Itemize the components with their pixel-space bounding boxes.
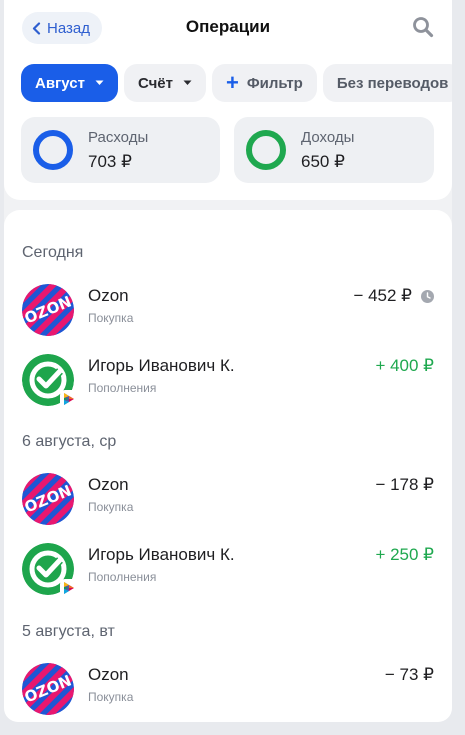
operation-name: Игорь Иванович К.	[88, 545, 235, 564]
operation-amount: − 178 ₽	[375, 475, 434, 494]
operation-row[interactable]: OZON Ozon Покупка − 452 ₽	[4, 280, 452, 340]
operation-row[interactable]: Игорь Иванович К. Пополнения + 400 ₽	[4, 350, 452, 410]
operation-row[interactable]: OZON Ozon Покупка − 73 ₽	[4, 659, 452, 719]
operation-row[interactable]: Игорь Иванович К. Пополнения + 250 ₽	[4, 539, 452, 599]
chip-account[interactable]: Счёт	[123, 64, 207, 102]
expenses-value: 703 ₽	[88, 151, 132, 171]
header-card: Назад Операции Август Счёт + Фильтр Без …	[4, 0, 452, 200]
date-header: Сегодня	[22, 244, 84, 261]
operation-amount: + 400 ₽	[375, 356, 434, 375]
date-header: 5 августа, вт	[22, 623, 115, 640]
sbp-badge-icon	[60, 390, 78, 408]
filter-chips: Август Счёт + Фильтр Без переводов	[21, 64, 452, 104]
ozon-logo-icon: OZON	[22, 284, 74, 336]
chip-filter[interactable]: + Фильтр	[212, 64, 317, 102]
chip-filter-label: Фильтр	[246, 74, 303, 92]
expenses-summary[interactable]: Расходы 703 ₽	[21, 117, 220, 183]
chip-month-label: Август	[35, 74, 85, 92]
clock-icon	[421, 290, 434, 308]
chip-month[interactable]: Август	[21, 64, 118, 102]
operation-category: Пополнения	[88, 381, 157, 395]
date-header: 6 августа, ср	[22, 433, 117, 450]
operations-screen: Назад Операции Август Счёт + Фильтр Без …	[4, 0, 452, 722]
operation-name: Ozon	[88, 475, 129, 494]
operation-category: Пополнения	[88, 570, 157, 584]
search-button[interactable]	[412, 16, 434, 43]
expenses-label: Расходы	[88, 128, 149, 146]
operation-amount: + 250 ₽	[375, 545, 434, 564]
operation-category: Покупка	[88, 690, 134, 704]
navbar: Назад Операции	[4, 0, 452, 56]
operation-category: Покупка	[88, 311, 134, 325]
caret-down-icon	[95, 80, 104, 85]
income-ring-icon	[246, 130, 286, 170]
operation-name: Ozon	[88, 286, 129, 305]
page-title: Операции	[185, 17, 271, 36]
expenses-ring-icon	[33, 130, 73, 170]
ozon-logo-icon: OZON	[22, 473, 74, 525]
income-value: 650 ₽	[301, 151, 345, 171]
operation-name: Игорь Иванович К.	[88, 356, 235, 375]
operation-name: Ozon	[88, 665, 129, 684]
operation-category: Покупка	[88, 500, 134, 514]
sbp-badge-icon	[60, 579, 78, 597]
plus-icon: +	[226, 70, 239, 95]
operation-row[interactable]: OZON Ozon Покупка − 178 ₽	[4, 469, 452, 529]
caret-down-icon	[183, 80, 192, 85]
ozon-logo-icon: OZON	[22, 663, 74, 715]
income-summary[interactable]: Доходы 650 ₽	[234, 117, 434, 183]
chip-no-transfers-label: Без переводов	[336, 74, 449, 92]
chip-no-transfers[interactable]: Без переводов	[322, 64, 452, 102]
chip-account-label: Счёт	[137, 74, 174, 92]
search-icon	[413, 17, 434, 38]
operation-amount: − 452 ₽	[353, 286, 412, 305]
operation-amount: − 73 ₽	[384, 665, 434, 684]
income-label: Доходы	[301, 128, 355, 146]
operations-list: Сегодня OZON Ozon Покупка − 452 ₽ Игорь …	[4, 210, 452, 722]
